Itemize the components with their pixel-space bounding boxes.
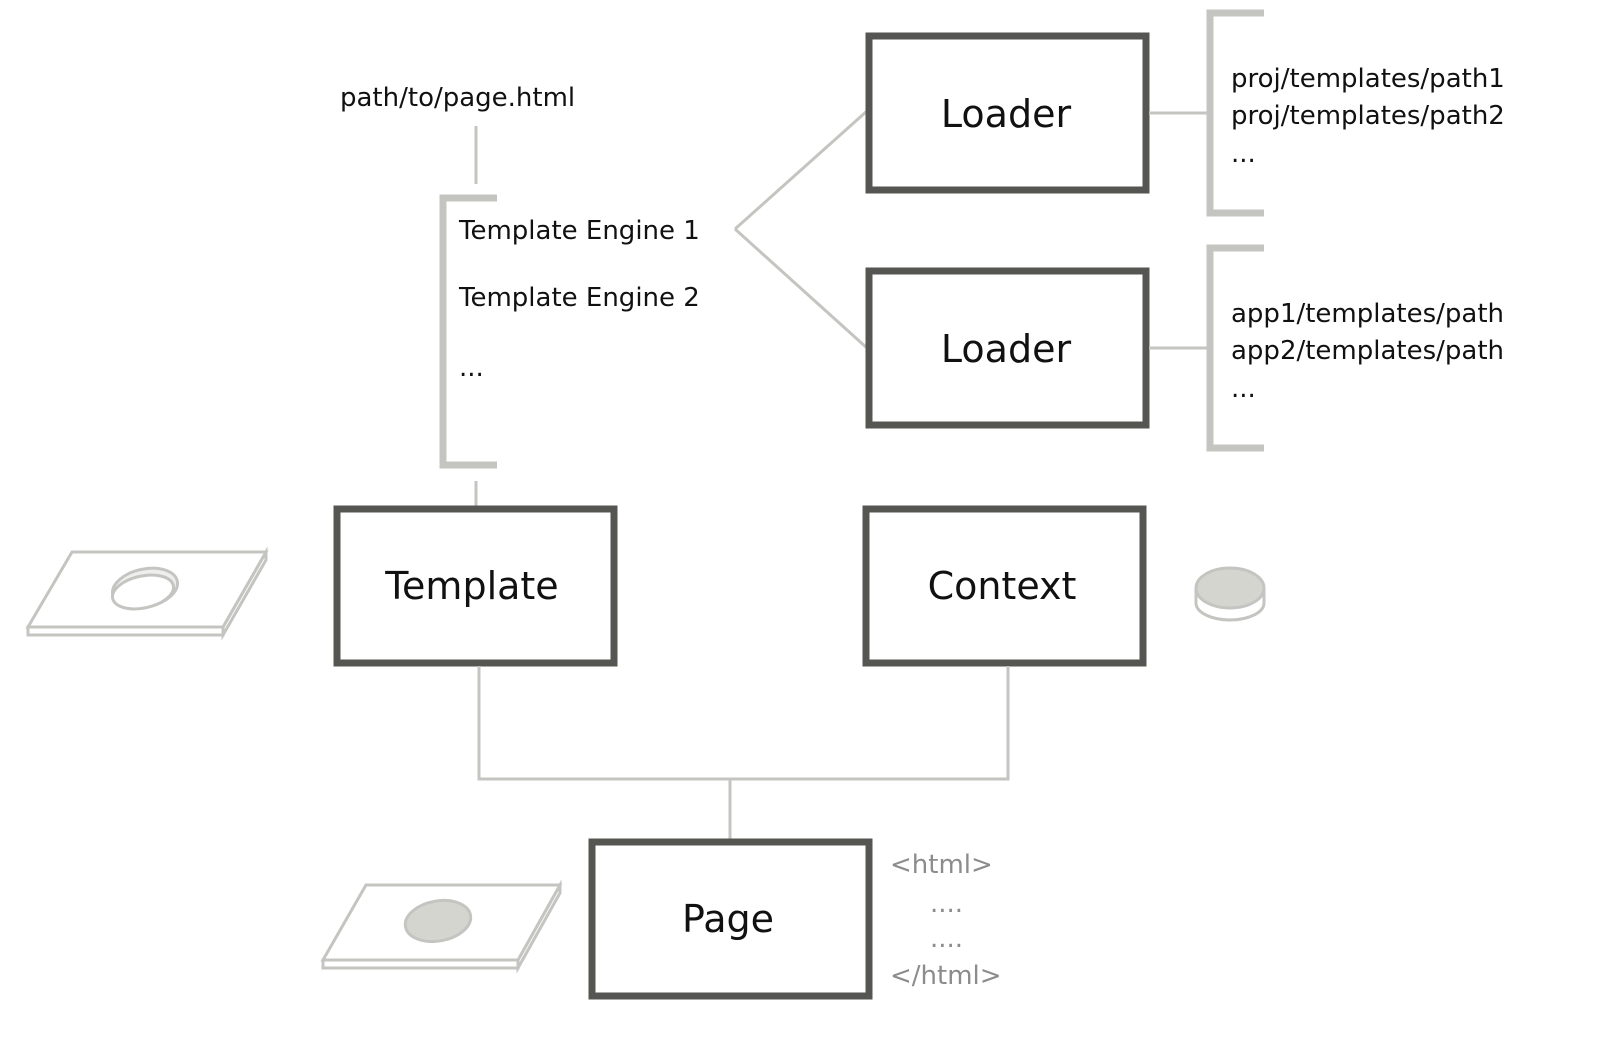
- page-plate-icon: [320, 879, 563, 974]
- loader-2-path-2: app2/templates/path: [1231, 336, 1504, 366]
- page-label: Page: [682, 897, 774, 941]
- template-rendering-diagram: path/to/page.html Template Engine 1 Temp…: [25, 9, 1505, 1000]
- template-plate-icon: [25, 546, 269, 641]
- loader-box-2: Loader: [865, 267, 1150, 429]
- html-ellipsis-2: ....: [930, 924, 963, 954]
- template-label: Template: [384, 564, 558, 608]
- page-box: Page: [588, 838, 873, 1000]
- loader-2-label: Loader: [941, 327, 1072, 371]
- engine-to-loader-2-connector: [733, 227, 869, 350]
- context-disc-icon: [1194, 566, 1266, 622]
- loader-1-label: Loader: [941, 92, 1072, 136]
- context-label: Context: [928, 564, 1077, 608]
- engine-item-2: Template Engine 2: [458, 283, 700, 313]
- loader-box-1: Loader: [865, 32, 1150, 194]
- loader-1-path-more: ...: [1231, 139, 1256, 169]
- path-label: path/to/page.html: [340, 83, 575, 113]
- html-ellipsis-1: ....: [930, 889, 963, 919]
- html-close-tag: </html>: [890, 961, 1002, 991]
- template-context-merge-connector: [477, 666, 1010, 781]
- loader-2-path-1: app1/templates/path: [1231, 299, 1504, 329]
- engine-item-1: Template Engine 1: [458, 216, 700, 246]
- template-box: Template: [333, 505, 618, 667]
- engine-item-more: ...: [459, 353, 484, 383]
- context-box: Context: [862, 505, 1147, 667]
- loader-1-path-1: proj/templates/path1: [1231, 64, 1505, 94]
- loader-1-path-2: proj/templates/path2: [1231, 101, 1505, 131]
- loader-2-path-more: ...: [1231, 374, 1256, 404]
- html-open-tag: <html>: [890, 850, 993, 880]
- engine-to-loader-1-connector: [734, 109, 868, 231]
